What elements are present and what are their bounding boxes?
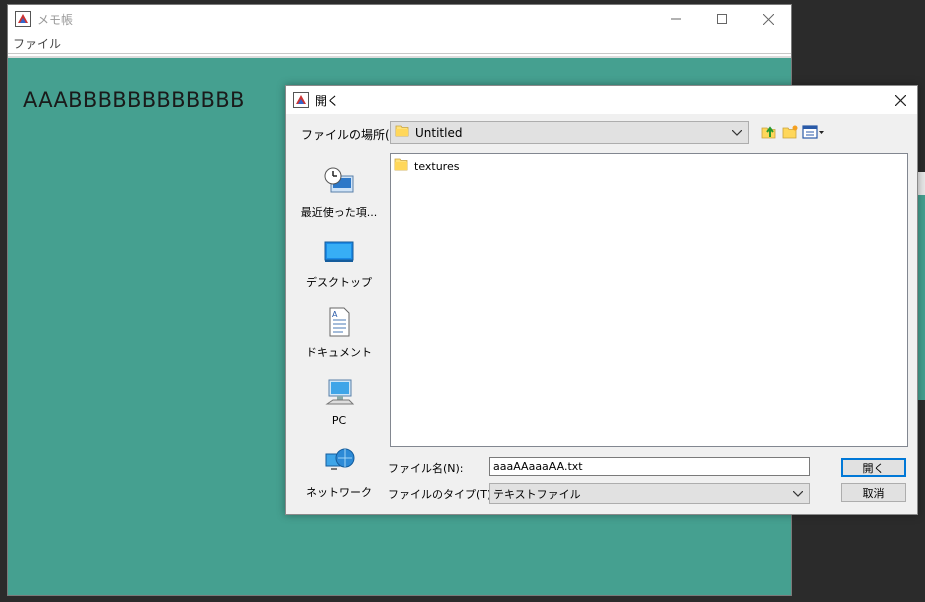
filename-input[interactable]: aaaAAaaaAA.txt	[489, 457, 810, 476]
open-button[interactable]: 開く	[841, 458, 906, 477]
place-label: PC	[331, 414, 347, 427]
chevron-down-icon	[787, 490, 809, 497]
file-list[interactable]: textures	[390, 153, 908, 447]
lookin-combo[interactable]: Untitled	[390, 121, 749, 144]
desktop-icon	[323, 236, 355, 268]
view-menu-button[interactable]	[802, 123, 826, 141]
minimize-button[interactable]	[653, 5, 699, 33]
lookin-label: ファイルの場所(I):	[301, 128, 402, 142]
minimize-icon	[671, 18, 681, 20]
filename-label: ファイル名(N):	[388, 462, 464, 475]
folder-icon	[394, 157, 408, 175]
up-folder-icon	[761, 126, 776, 139]
main-titlebar: メモ帳	[8, 5, 791, 33]
menu-file[interactable]: ファイル	[8, 35, 66, 52]
filetype-select[interactable]: テキストファイル	[489, 483, 810, 504]
place-label: ドキュメント	[306, 346, 372, 359]
place-network[interactable]: ネットワーク	[294, 442, 384, 508]
background-left	[0, 0, 7, 602]
dialog-titlebar: 開く	[286, 86, 917, 114]
window-title: メモ帳	[37, 12, 74, 27]
dialog-close-button[interactable]	[883, 86, 917, 114]
place-documents[interactable]: A ドキュメント	[294, 302, 384, 368]
editor-text: AAABBBBBBBBBBBB	[23, 88, 245, 112]
places-bar: 最近使った項... デスクトップ A ドキュメント PC ネットワーク	[294, 154, 384, 504]
place-label: ネットワーク	[306, 486, 372, 499]
open-dialog: 開く ファイルの場所(I): Untitled 最近使った項... デスクトップ…	[285, 85, 918, 515]
documents-icon: A	[323, 306, 355, 338]
filetype-value: テキストファイル	[493, 487, 581, 501]
java-app-icon	[15, 11, 31, 27]
place-desktop[interactable]: デスクトップ	[294, 232, 384, 298]
chevron-down-icon	[726, 129, 748, 136]
folder-icon	[395, 124, 409, 141]
new-folder-icon	[782, 125, 798, 139]
menubar: ファイル	[8, 33, 791, 54]
lookin-value: Untitled	[415, 125, 463, 140]
recent-items-icon	[323, 166, 355, 198]
close-icon	[762, 13, 774, 25]
view-menu-icon	[802, 125, 824, 139]
svg-text:A: A	[332, 310, 338, 319]
maximize-button[interactable]	[699, 5, 745, 33]
dialog-title: 開く	[315, 93, 340, 108]
up-folder-button[interactable]	[760, 123, 778, 141]
java-app-icon	[293, 92, 309, 108]
network-icon	[323, 446, 355, 478]
place-recent[interactable]: 最近使った項...	[294, 162, 384, 228]
new-folder-button[interactable]	[781, 123, 799, 141]
file-name: textures	[414, 159, 460, 173]
pc-icon	[323, 376, 355, 408]
filetype-label: ファイルのタイプ(T):	[388, 488, 496, 501]
close-button[interactable]	[745, 5, 791, 33]
place-label: 最近使った項...	[300, 206, 378, 219]
close-icon	[894, 94, 906, 106]
maximize-icon	[717, 14, 727, 24]
cancel-button[interactable]: 取消	[841, 483, 906, 502]
place-pc[interactable]: PC	[294, 372, 384, 438]
place-label: デスクトップ	[306, 276, 372, 289]
list-item[interactable]: textures	[394, 157, 459, 175]
